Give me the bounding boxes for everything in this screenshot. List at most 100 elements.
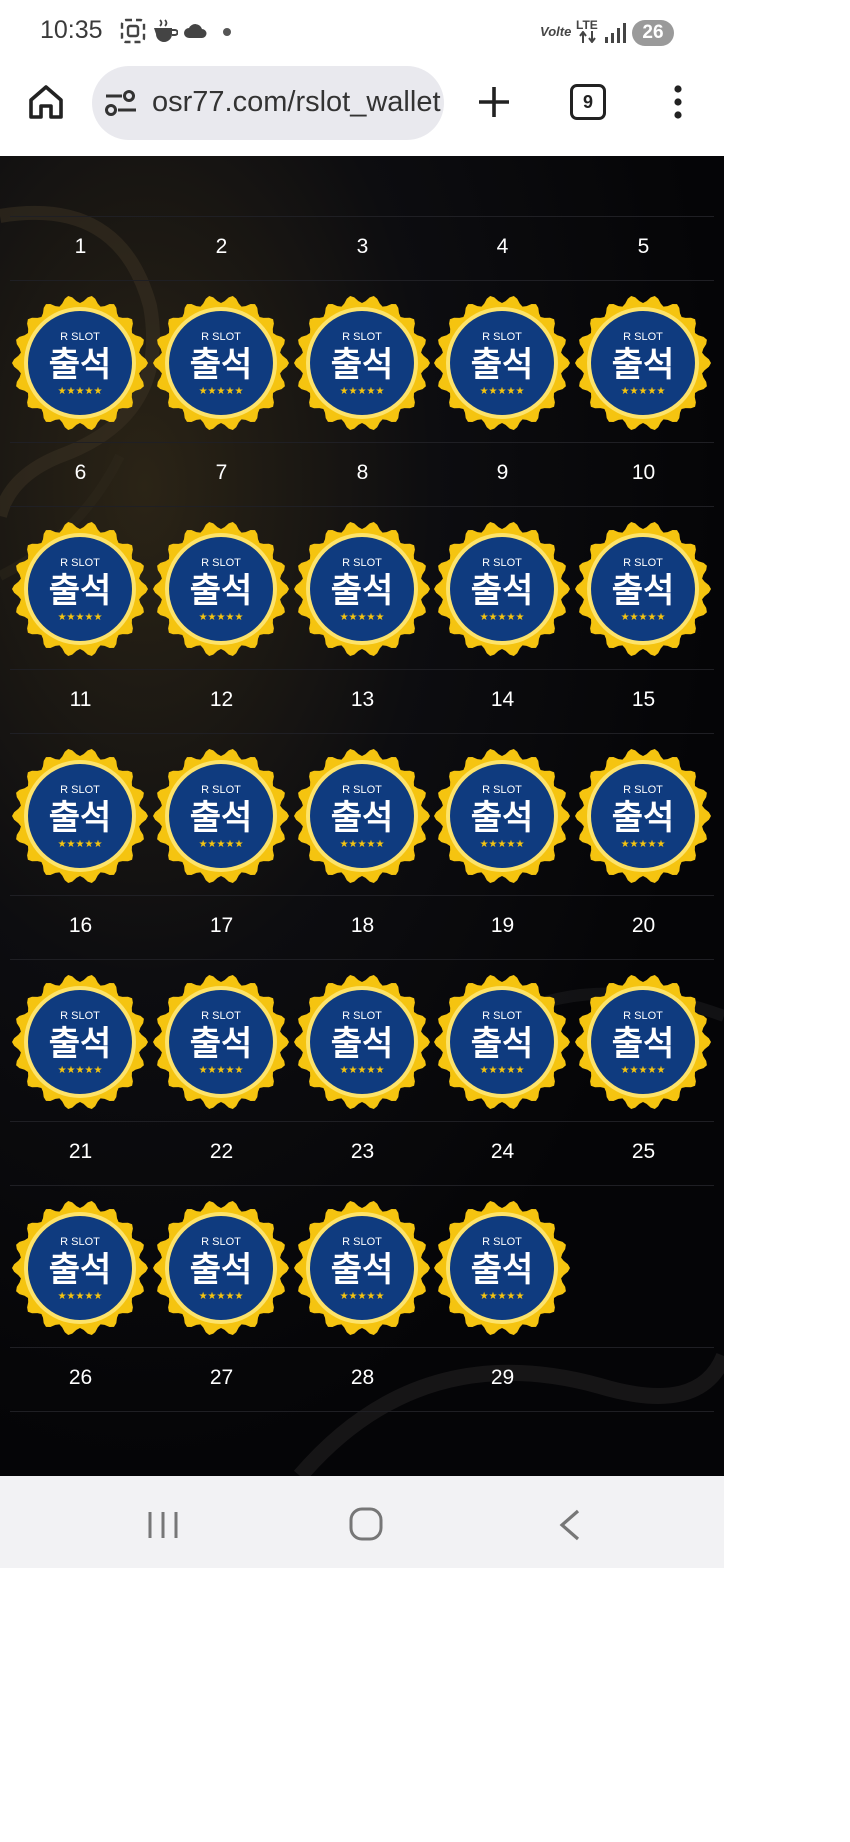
- stamp-stars: ★★★★★: [340, 386, 385, 397]
- row-divider: [10, 506, 714, 507]
- stamp-stars: ★★★★★: [199, 612, 244, 623]
- attendance-stamp: R SLOT 출석 ★★★★★: [9, 1197, 151, 1339]
- day-number: 14: [490, 688, 515, 711]
- stamp-brand: R SLOT: [60, 1236, 100, 1248]
- back-icon[interactable]: [556, 1508, 582, 1542]
- day-number: 7: [215, 461, 228, 484]
- stamp-label: 출석: [49, 571, 112, 611]
- row-divider: [10, 1347, 714, 1348]
- stamp-label: 출석: [190, 798, 253, 838]
- url-text[interactable]: osr77.com/rslot_wallet: [152, 86, 441, 119]
- stamp-brand: R SLOT: [60, 331, 100, 343]
- stamp-label: 출석: [331, 1250, 394, 1290]
- status-time: 10:35: [40, 16, 103, 44]
- home-icon[interactable]: [26, 82, 66, 122]
- row-divider: [10, 216, 714, 217]
- attendance-stamp: R SLOT 출석 ★★★★★: [572, 745, 714, 887]
- stamp-brand: R SLOT: [201, 557, 241, 569]
- attendance-stamp: R SLOT 출석 ★★★★★: [9, 971, 151, 1113]
- stamp-brand: R SLOT: [60, 784, 100, 796]
- stamp-label: 출석: [471, 1024, 534, 1064]
- stamp-brand: R SLOT: [201, 1236, 241, 1248]
- attendance-stamp: R SLOT 출석 ★★★★★: [431, 971, 573, 1113]
- attendance-stamp: R SLOT 출석 ★★★★★: [431, 1197, 573, 1339]
- stamp-label: 출석: [190, 571, 253, 611]
- stamp-stars: ★★★★★: [340, 839, 385, 850]
- address-bar[interactable]: osr77.com/rslot_wallet: [92, 66, 444, 140]
- battery-indicator: 26: [632, 20, 674, 46]
- stamp-brand: R SLOT: [482, 557, 522, 569]
- day-number: 17: [209, 914, 234, 937]
- stamp-label: 출석: [612, 345, 675, 385]
- signal-icon: [605, 23, 626, 43]
- status-bar: 10:35 Volte LTE 26: [0, 0, 724, 64]
- stamp-label: 출석: [49, 1024, 112, 1064]
- recent-apps-icon[interactable]: [146, 1510, 180, 1540]
- day-number: 15: [631, 688, 656, 711]
- stamp-label: 출석: [190, 1024, 253, 1064]
- stamp-stars: ★★★★★: [621, 839, 666, 850]
- stamp-stars: ★★★★★: [58, 1065, 103, 1076]
- stamp-stars: ★★★★★: [480, 612, 525, 623]
- attendance-stamp: R SLOT 출석 ★★★★★: [150, 1197, 292, 1339]
- stamp-stars: ★★★★★: [58, 839, 103, 850]
- volte-indicator: Volte: [540, 24, 572, 39]
- site-settings-icon[interactable]: [104, 88, 138, 118]
- browser-toolbar: osr77.com/rslot_wallet 9: [0, 64, 724, 156]
- day-number: 20: [631, 914, 656, 937]
- day-number: 26: [68, 1366, 93, 1389]
- stamp-label: 출석: [471, 1250, 534, 1290]
- row-divider: [10, 442, 714, 443]
- attendance-stamp: R SLOT 출석 ★★★★★: [572, 518, 714, 660]
- day-number: 11: [69, 688, 92, 711]
- day-number: 8: [356, 461, 369, 484]
- attendance-stamp: R SLOT 출석 ★★★★★: [9, 745, 151, 887]
- stamp-brand: R SLOT: [342, 331, 382, 343]
- stamp-stars: ★★★★★: [199, 839, 244, 850]
- day-number: 3: [356, 235, 369, 258]
- stamp-stars: ★★★★★: [199, 1291, 244, 1302]
- day-number: 24: [490, 1140, 515, 1163]
- stamp-brand: R SLOT: [342, 1236, 382, 1248]
- attendance-stamp: R SLOT 출석 ★★★★★: [572, 971, 714, 1113]
- new-tab-icon[interactable]: [476, 84, 512, 120]
- day-number: 25: [631, 1140, 656, 1163]
- screenshot-icon: [120, 18, 146, 44]
- day-number: 23: [350, 1140, 375, 1163]
- row-divider: [10, 733, 714, 734]
- tab-switcher-button[interactable]: 9: [570, 84, 606, 120]
- day-number: 12: [209, 688, 234, 711]
- day-number: 16: [68, 914, 93, 937]
- home-nav-icon[interactable]: [348, 1506, 384, 1542]
- stamp-label: 출석: [49, 798, 112, 838]
- more-menu-icon[interactable]: [668, 84, 688, 120]
- stamp-brand: R SLOT: [482, 331, 522, 343]
- day-number: 5: [637, 235, 650, 258]
- stamp-stars: ★★★★★: [621, 386, 666, 397]
- stamp-brand: R SLOT: [201, 1010, 241, 1022]
- network-type: LTE: [576, 18, 598, 32]
- attendance-calendar: 1R SLOT 출석 ★★★★★ 2 R SLOT 출석 ★★★★★ 3 R SLOT 출석 ★★★…: [0, 156, 724, 1476]
- stamp-stars: ★★★★★: [199, 1065, 244, 1076]
- row-divider: [10, 959, 714, 960]
- stamp-stars: ★★★★★: [480, 839, 525, 850]
- stamp-brand: R SLOT: [482, 1010, 522, 1022]
- data-arrows-icon: [579, 31, 596, 43]
- stamp-stars: ★★★★★: [480, 1291, 525, 1302]
- stamp-stars: ★★★★★: [58, 386, 103, 397]
- stamp-brand: R SLOT: [60, 1010, 100, 1022]
- stamp-label: 출석: [471, 571, 534, 611]
- attendance-stamp: R SLOT 출석 ★★★★★: [9, 292, 151, 434]
- stamp-brand: R SLOT: [60, 557, 100, 569]
- day-number: 22: [209, 1140, 234, 1163]
- attendance-stamp: R SLOT 출석 ★★★★★: [291, 971, 433, 1113]
- attendance-stamp: R SLOT 출석 ★★★★★: [150, 518, 292, 660]
- attendance-stamp: R SLOT 출석 ★★★★★: [150, 971, 292, 1113]
- notification-dot-icon: [223, 28, 231, 36]
- stamp-stars: ★★★★★: [340, 612, 385, 623]
- attendance-stamp: R SLOT 출석 ★★★★★: [431, 518, 573, 660]
- stamp-brand: R SLOT: [623, 784, 663, 796]
- stamp-brand: R SLOT: [623, 557, 663, 569]
- row-divider: [10, 669, 714, 670]
- day-number: 9: [496, 461, 509, 484]
